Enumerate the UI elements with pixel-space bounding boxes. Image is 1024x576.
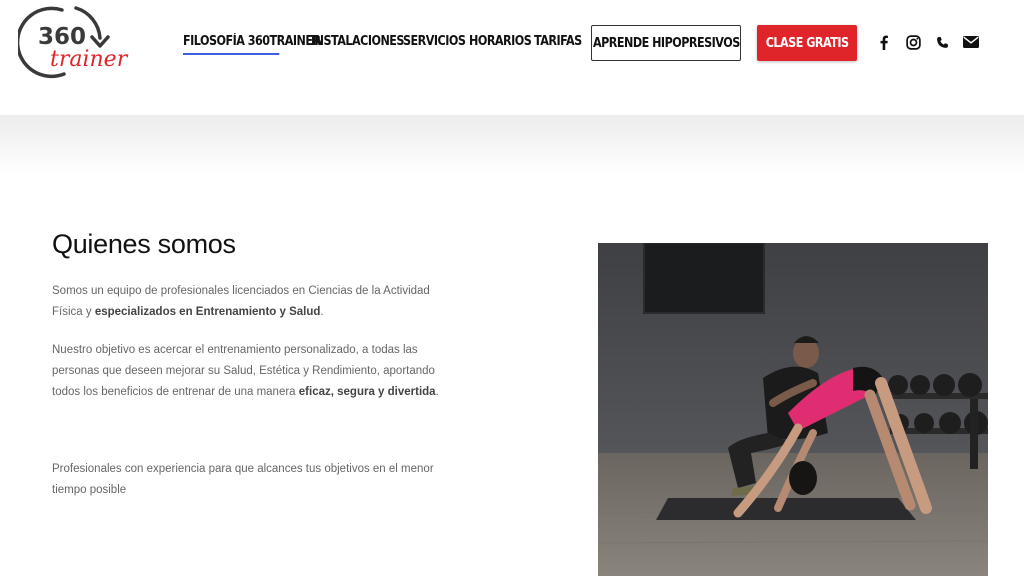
logo-word: trainer (50, 47, 129, 72)
site-header: 360 trainer FILOSOFÍA 360TRAINER INSTALA… (0, 0, 1024, 115)
experience-paragraph: Profesionales con experiencia para que a… (52, 459, 452, 501)
nav-link-tarifas[interactable]: TARIFAS (534, 26, 582, 58)
nav-link-horarios[interactable]: HORARIOS (469, 26, 532, 58)
instagram-icon[interactable] (904, 33, 922, 51)
facebook-icon[interactable] (875, 33, 893, 51)
site-logo[interactable]: 360 trainer (18, 0, 130, 84)
mail-icon[interactable] (962, 33, 980, 51)
experience-line-2: tiempo posible (52, 484, 127, 496)
phone-icon[interactable] (933, 33, 951, 51)
nav-link-servicios[interactable]: SERVICIOS (403, 26, 466, 58)
aprende-hipopresivos-button[interactable]: APRENDE HIPOPRESIVOS (591, 25, 741, 61)
clase-gratis-label: CLASE GRATIS (765, 35, 849, 51)
section-title: Quienes somos (52, 229, 236, 259)
experience-line-1: Profesionales con experiencia para que a… (52, 463, 434, 475)
clase-gratis-button[interactable]: CLASE GRATIS (757, 25, 857, 61)
header-shadow-band (0, 115, 1024, 175)
aprende-hipopresivos-label: APRENDE HIPOPRESIVOS (592, 35, 740, 51)
objective-line-2: personas que deseen mejorar su Salud, Es… (52, 365, 435, 377)
intro-line-2-pre: Física y (52, 306, 95, 318)
intro-bold: especializados en Entrenamiento y Salud (94, 306, 321, 318)
objective-bold: eficaz, segura y divertida (298, 386, 436, 398)
intro-line-2-post: . (320, 306, 324, 318)
nav-link-instalaciones[interactable]: INSTALACIONES (311, 26, 404, 58)
objective-line-3-post: . (435, 386, 439, 398)
objective-line-1: Nuestro objetivo es acercar el entrenami… (52, 344, 418, 356)
nav-link-filosofia[interactable]: FILOSOFÍA 360TRAINER (183, 26, 321, 58)
objective-line-3-pre: todos los beneficios de entrenar de una … (52, 386, 299, 398)
training-photo (598, 243, 988, 576)
intro-line-1: Somos un equipo de profesionales licenci… (52, 285, 430, 297)
logo-graphic: 360 trainer (18, 6, 129, 79)
intro-paragraph: Somos un equipo de profesionales licenci… (52, 281, 452, 323)
objective-paragraph: Nuestro objetivo es acercar el entrenami… (52, 340, 452, 403)
main-nav: FILOSOFÍA 360TRAINER INSTALACIONES SERVI… (183, 26, 590, 58)
